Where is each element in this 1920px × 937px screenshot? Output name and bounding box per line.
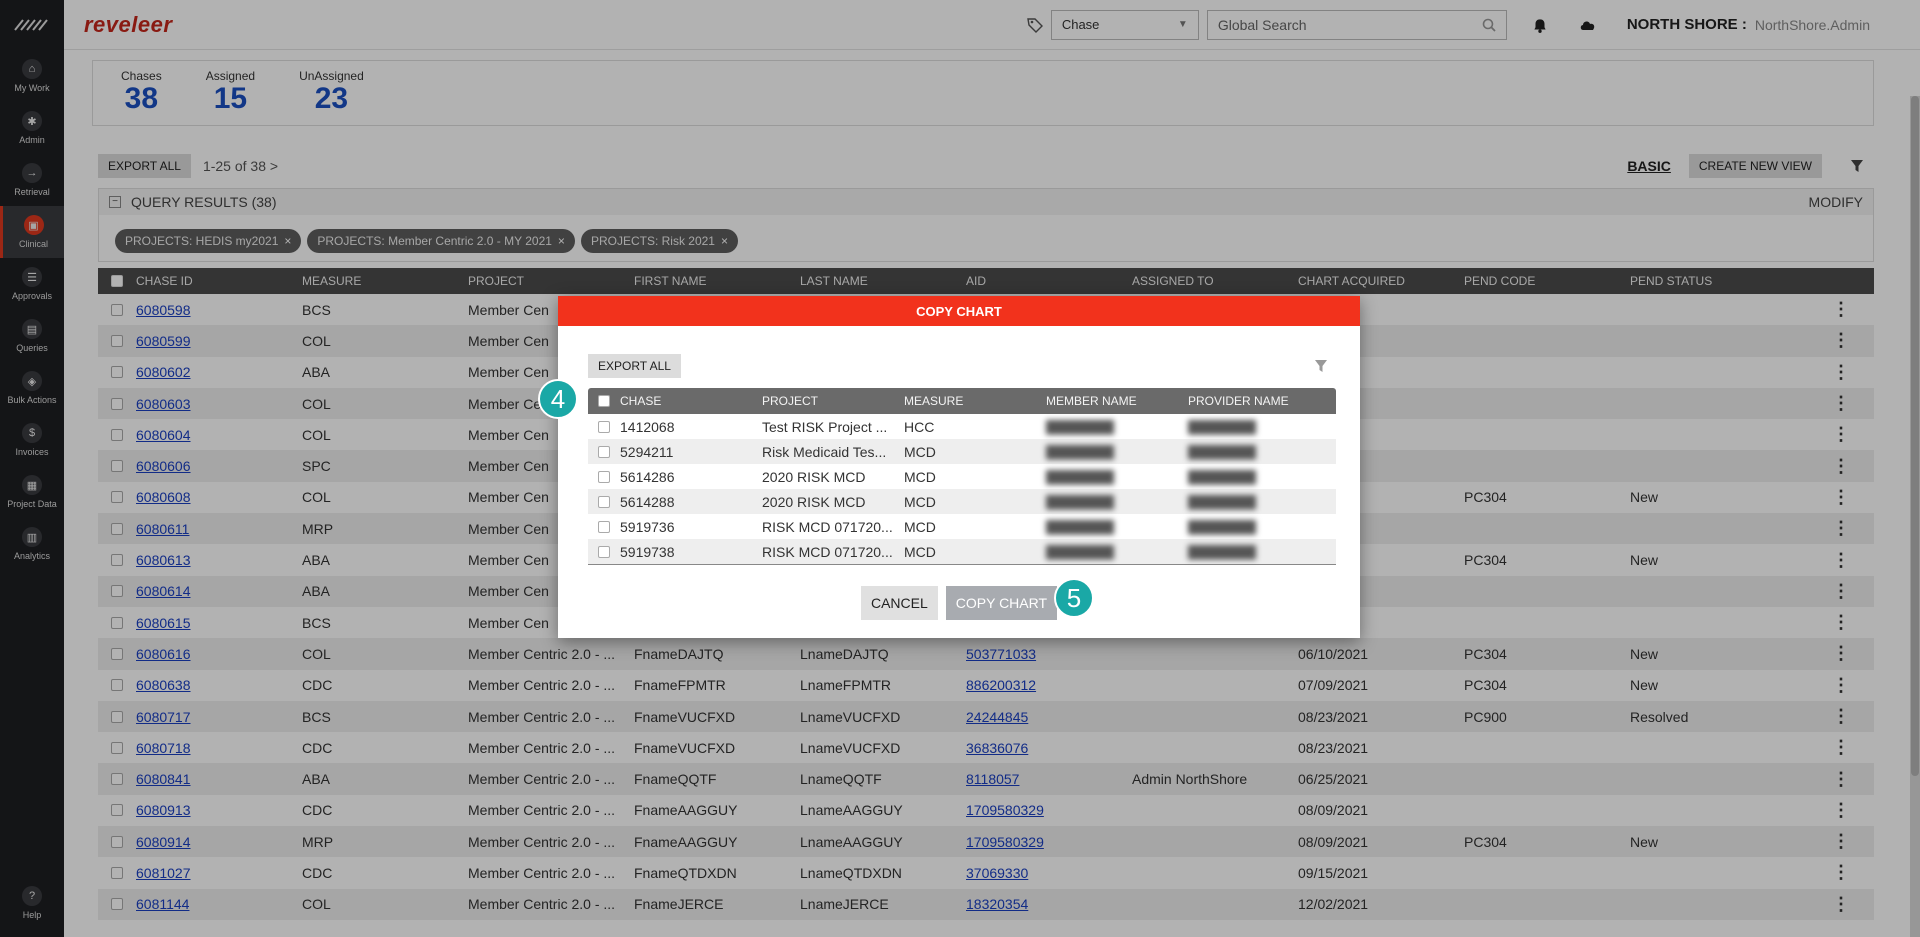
column-header[interactable]: PROVIDER NAME — [1188, 394, 1330, 408]
row-checkbox[interactable] — [598, 520, 610, 533]
modal-table-row[interactable]: 5614288 2020 RISK MCD MCD ████████ ████████ — [588, 489, 1336, 514]
cell-project: 2020 RISK MCD — [762, 493, 866, 510]
cell-chase: 5919738 — [620, 543, 675, 560]
cell-member-name-redacted: ████████ — [1046, 444, 1115, 459]
modal-title: COPY CHART — [558, 296, 1360, 326]
cell-provider-name-redacted: ████████ — [1188, 444, 1257, 459]
cell-chase: 5919736 — [620, 518, 675, 535]
cell-measure: MCD — [904, 543, 936, 560]
cell-provider-name-redacted: ████████ — [1188, 544, 1257, 559]
cell-provider-name-redacted: ████████ — [1188, 419, 1257, 434]
cell-measure: MCD — [904, 468, 936, 485]
cell-project: Test RISK Project ... — [762, 418, 888, 435]
modal-table-row[interactable]: 5294211 Risk Medicaid Tes... MCD ████████ ██… — [588, 439, 1336, 464]
row-checkbox[interactable] — [598, 445, 610, 458]
cell-provider-name-redacted: ████████ — [1188, 494, 1257, 509]
cell-project: RISK MCD 071720... — [762, 543, 893, 560]
column-header[interactable]: PROJECT — [762, 394, 904, 408]
cell-chase: 5294211 — [620, 443, 674, 460]
cell-project: RISK MCD 071720... — [762, 518, 893, 535]
modal-table-row[interactable]: 5614286 2020 RISK MCD MCD ████████ ████████ — [588, 464, 1336, 489]
cell-measure: MCD — [904, 493, 936, 510]
cell-member-name-redacted: ████████ — [1046, 494, 1115, 509]
modal-toolbar: EXPORT ALL — [588, 354, 1328, 378]
cell-chase: 5614288 — [620, 493, 675, 510]
row-checkbox[interactable] — [598, 545, 610, 558]
filter-icon[interactable] — [1314, 359, 1328, 373]
cell-member-name-redacted: ████████ — [1046, 544, 1115, 559]
cell-measure: MCD — [904, 518, 936, 535]
row-checkbox[interactable] — [598, 495, 610, 508]
cell-measure: MCD — [904, 443, 936, 460]
cell-project: Risk Medicaid Tes... — [762, 443, 887, 460]
step-badge-5: 5 — [1054, 578, 1094, 618]
cell-member-name-redacted: ████████ — [1046, 419, 1115, 434]
cell-project: 2020 RISK MCD — [762, 468, 866, 485]
modal-grid-header: CHASE PROJECT MEASURE MEMBER NAME PROVID… — [588, 388, 1336, 414]
cell-chase: 1412068 — [620, 418, 675, 435]
column-header[interactable]: MEMBER NAME — [1046, 394, 1188, 408]
cell-provider-name-redacted: ████████ — [1188, 469, 1257, 484]
cancel-button[interactable]: CANCEL — [860, 586, 938, 620]
modal-select-all-checkbox[interactable] — [598, 395, 610, 407]
copy-chart-button[interactable]: COPY CHART — [945, 586, 1058, 620]
cell-chase: 5614286 — [620, 468, 675, 485]
copy-chart-modal: COPY CHART EXPORT ALL CHASE PROJECT MEAS… — [558, 296, 1360, 638]
cell-member-name-redacted: ████████ — [1046, 519, 1115, 534]
modal-export-all-button[interactable]: EXPORT ALL — [588, 354, 681, 378]
modal-table-row[interactable]: 1412068 Test RISK Project ... HCC ████████ █… — [588, 414, 1336, 439]
modal-grid: CHASE PROJECT MEASURE MEMBER NAME PROVID… — [588, 388, 1336, 565]
column-header[interactable]: MEASURE — [904, 394, 1046, 408]
cell-measure: HCC — [904, 418, 935, 435]
cell-member-name-redacted: ████████ — [1046, 469, 1115, 484]
row-checkbox[interactable] — [598, 420, 610, 433]
modal-table-row[interactable]: 5919736 RISK MCD 071720... MCD ████████ ████… — [588, 514, 1336, 539]
modal-actions: CANCEL COPY CHART — [558, 586, 1360, 620]
row-checkbox[interactable] — [598, 470, 610, 483]
step-badge-4: 4 — [538, 379, 578, 419]
column-header[interactable]: CHASE — [620, 394, 762, 408]
modal-table-row[interactable]: 5919738 RISK MCD 071720... MCD ████████ ████… — [588, 539, 1336, 564]
cell-provider-name-redacted: ████████ — [1188, 519, 1257, 534]
